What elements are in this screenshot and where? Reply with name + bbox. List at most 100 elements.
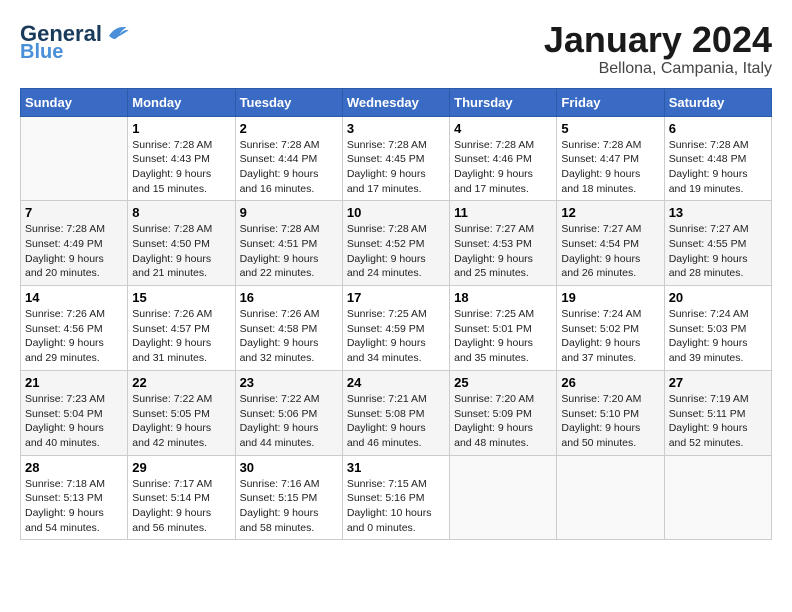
day-info: Sunrise: 7:28 AMSunset: 4:47 PMDaylight:… xyxy=(561,138,659,197)
day-number: 7 xyxy=(25,205,123,220)
day-info: Sunrise: 7:28 AMSunset: 4:45 PMDaylight:… xyxy=(347,138,445,197)
day-info: Sunrise: 7:26 AMSunset: 4:57 PMDaylight:… xyxy=(132,307,230,366)
calendar-cell: 31 Sunrise: 7:15 AMSunset: 5:16 PMDayligh… xyxy=(342,455,449,540)
day-number: 4 xyxy=(454,121,552,136)
month-title: January 2024 xyxy=(544,20,772,60)
day-number: 8 xyxy=(132,205,230,220)
week-row-4: 21 Sunrise: 7:23 AMSunset: 5:04 PMDayligh… xyxy=(21,370,772,455)
day-number: 6 xyxy=(669,121,767,136)
day-info: Sunrise: 7:21 AMSunset: 5:08 PMDaylight:… xyxy=(347,392,445,451)
day-number: 11 xyxy=(454,205,552,220)
calendar-cell: 6 Sunrise: 7:28 AMSunset: 4:48 PMDaylight… xyxy=(664,116,771,201)
page-header: General Blue January 2024 Bellona, Campa… xyxy=(20,20,772,78)
day-number: 16 xyxy=(240,290,338,305)
calendar-cell: 14 Sunrise: 7:26 AMSunset: 4:56 PMDayligh… xyxy=(21,286,128,371)
day-info: Sunrise: 7:16 AMSunset: 5:15 PMDaylight:… xyxy=(240,477,338,536)
calendar-cell xyxy=(450,455,557,540)
day-info: Sunrise: 7:22 AMSunset: 5:06 PMDaylight:… xyxy=(240,392,338,451)
day-number: 2 xyxy=(240,121,338,136)
day-info: Sunrise: 7:22 AMSunset: 5:05 PMDaylight:… xyxy=(132,392,230,451)
calendar-cell: 30 Sunrise: 7:16 AMSunset: 5:15 PMDayligh… xyxy=(235,455,342,540)
day-number: 21 xyxy=(25,375,123,390)
logo-bird-icon xyxy=(102,20,130,48)
location-title: Bellona, Campania, Italy xyxy=(544,60,772,78)
day-number: 24 xyxy=(347,375,445,390)
day-info: Sunrise: 7:27 AMSunset: 4:53 PMDaylight:… xyxy=(454,222,552,281)
weekday-header-tuesday: Tuesday xyxy=(235,88,342,116)
day-number: 9 xyxy=(240,205,338,220)
week-row-5: 28 Sunrise: 7:18 AMSunset: 5:13 PMDayligh… xyxy=(21,455,772,540)
weekday-header-friday: Friday xyxy=(557,88,664,116)
calendar-cell xyxy=(21,116,128,201)
day-number: 1 xyxy=(132,121,230,136)
day-number: 27 xyxy=(669,375,767,390)
calendar-cell: 3Sunrise: 7:28 AMSunset: 4:45 PMDaylight… xyxy=(342,116,449,201)
day-number: 14 xyxy=(25,290,123,305)
calendar-table: SundayMondayTuesdayWednesdayThursdayFrid… xyxy=(20,88,772,541)
calendar-cell: 9 Sunrise: 7:28 AMSunset: 4:51 PMDaylight… xyxy=(235,201,342,286)
day-info: Sunrise: 7:25 AMSunset: 4:59 PMDaylight:… xyxy=(347,307,445,366)
calendar-cell: 2 Sunrise: 7:28 AMSunset: 4:44 PMDaylight… xyxy=(235,116,342,201)
day-number: 31 xyxy=(347,460,445,475)
day-number: 12 xyxy=(561,205,659,220)
day-info: Sunrise: 7:20 AMSunset: 5:10 PMDaylight:… xyxy=(561,392,659,451)
calendar-cell: 25 Sunrise: 7:20 AMSunset: 5:09 PMDayligh… xyxy=(450,370,557,455)
week-row-2: 7 Sunrise: 7:28 AMSunset: 4:49 PMDaylight… xyxy=(21,201,772,286)
calendar-cell: 22 Sunrise: 7:22 AMSunset: 5:05 PMDayligh… xyxy=(128,370,235,455)
calendar-cell: 17 Sunrise: 7:25 AMSunset: 4:59 PMDayligh… xyxy=(342,286,449,371)
day-number: 17 xyxy=(347,290,445,305)
calendar-cell: 15Sunrise: 7:26 AMSunset: 4:57 PMDayligh… xyxy=(128,286,235,371)
calendar-cell: 29Sunrise: 7:17 AMSunset: 5:14 PMDayligh… xyxy=(128,455,235,540)
day-number: 29 xyxy=(132,460,230,475)
calendar-cell: 19Sunrise: 7:24 AMSunset: 5:02 PMDayligh… xyxy=(557,286,664,371)
title-block: January 2024 Bellona, Campania, Italy xyxy=(544,20,772,78)
day-info: Sunrise: 7:26 AMSunset: 4:56 PMDaylight:… xyxy=(25,307,123,366)
day-info: Sunrise: 7:18 AMSunset: 5:13 PMDaylight:… xyxy=(25,477,123,536)
day-info: Sunrise: 7:28 AMSunset: 4:49 PMDaylight:… xyxy=(25,222,123,281)
day-info: Sunrise: 7:25 AMSunset: 5:01 PMDaylight:… xyxy=(454,307,552,366)
day-info: Sunrise: 7:15 AMSunset: 5:16 PMDaylight:… xyxy=(347,477,445,536)
day-info: Sunrise: 7:27 AMSunset: 4:55 PMDaylight:… xyxy=(669,222,767,281)
calendar-cell: 28 Sunrise: 7:18 AMSunset: 5:13 PMDayligh… xyxy=(21,455,128,540)
weekday-header-monday: Monday xyxy=(128,88,235,116)
calendar-cell: 10 Sunrise: 7:28 AMSunset: 4:52 PMDayligh… xyxy=(342,201,449,286)
day-number: 13 xyxy=(669,205,767,220)
calendar-cell: 20Sunrise: 7:24 AMSunset: 5:03 PMDayligh… xyxy=(664,286,771,371)
calendar-cell: 7 Sunrise: 7:28 AMSunset: 4:49 PMDaylight… xyxy=(21,201,128,286)
day-info: Sunrise: 7:28 AMSunset: 4:46 PMDaylight:… xyxy=(454,138,552,197)
calendar-cell: 21 Sunrise: 7:23 AMSunset: 5:04 PMDayligh… xyxy=(21,370,128,455)
day-info: Sunrise: 7:20 AMSunset: 5:09 PMDaylight:… xyxy=(454,392,552,451)
day-info: Sunrise: 7:28 AMSunset: 4:48 PMDaylight:… xyxy=(669,138,767,197)
calendar-cell: 4 Sunrise: 7:28 AMSunset: 4:46 PMDaylight… xyxy=(450,116,557,201)
logo: General Blue xyxy=(20,20,130,62)
week-row-3: 14 Sunrise: 7:26 AMSunset: 4:56 PMDayligh… xyxy=(21,286,772,371)
day-info: Sunrise: 7:28 AMSunset: 4:51 PMDaylight:… xyxy=(240,222,338,281)
day-number: 19 xyxy=(561,290,659,305)
week-row-1: 1 Sunrise: 7:28 AMSunset: 4:43 PMDaylight… xyxy=(21,116,772,201)
calendar-cell: 27Sunrise: 7:19 AMSunset: 5:11 PMDayligh… xyxy=(664,370,771,455)
day-info: Sunrise: 7:28 AMSunset: 4:50 PMDaylight:… xyxy=(132,222,230,281)
day-number: 25 xyxy=(454,375,552,390)
day-info: Sunrise: 7:28 AMSunset: 4:52 PMDaylight:… xyxy=(347,222,445,281)
day-number: 20 xyxy=(669,290,767,305)
calendar-cell: 11 Sunrise: 7:27 AMSunset: 4:53 PMDayligh… xyxy=(450,201,557,286)
day-info: Sunrise: 7:27 AMSunset: 4:54 PMDaylight:… xyxy=(561,222,659,281)
calendar-cell: 26Sunrise: 7:20 AMSunset: 5:10 PMDayligh… xyxy=(557,370,664,455)
calendar-cell: 24 Sunrise: 7:21 AMSunset: 5:08 PMDayligh… xyxy=(342,370,449,455)
day-info: Sunrise: 7:28 AMSunset: 4:43 PMDaylight:… xyxy=(132,138,230,197)
day-number: 30 xyxy=(240,460,338,475)
calendar-cell: 5Sunrise: 7:28 AMSunset: 4:47 PMDaylight… xyxy=(557,116,664,201)
day-number: 18 xyxy=(454,290,552,305)
day-number: 10 xyxy=(347,205,445,220)
weekday-header-wednesday: Wednesday xyxy=(342,88,449,116)
day-number: 28 xyxy=(25,460,123,475)
weekday-header-sunday: Sunday xyxy=(21,88,128,116)
calendar-cell: 18 Sunrise: 7:25 AMSunset: 5:01 PMDayligh… xyxy=(450,286,557,371)
day-info: Sunrise: 7:26 AMSunset: 4:58 PMDaylight:… xyxy=(240,307,338,366)
weekday-header-saturday: Saturday xyxy=(664,88,771,116)
logo-blue: Blue xyxy=(20,42,63,62)
day-info: Sunrise: 7:23 AMSunset: 5:04 PMDaylight:… xyxy=(25,392,123,451)
day-info: Sunrise: 7:28 AMSunset: 4:44 PMDaylight:… xyxy=(240,138,338,197)
day-number: 22 xyxy=(132,375,230,390)
calendar-cell: 1 Sunrise: 7:28 AMSunset: 4:43 PMDaylight… xyxy=(128,116,235,201)
